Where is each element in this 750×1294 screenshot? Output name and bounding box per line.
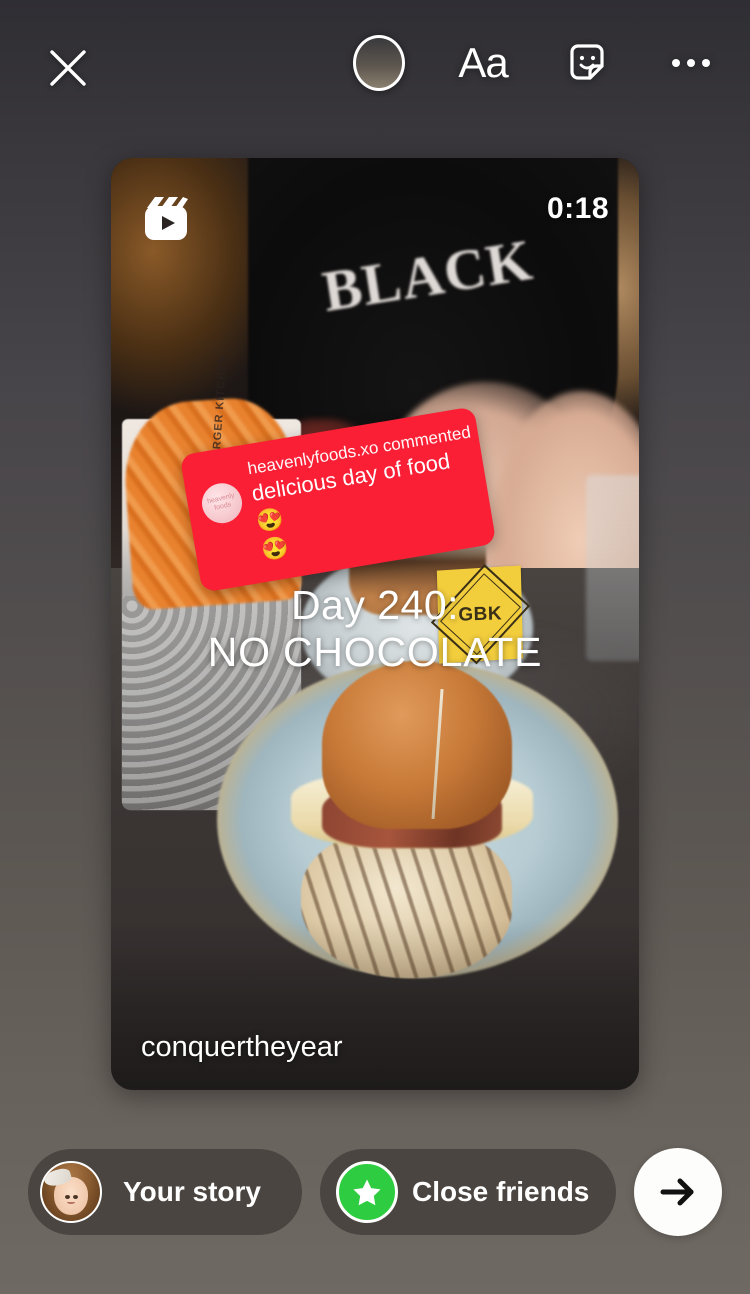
close-friends-label: Close friends: [412, 1176, 590, 1207]
scene-gbk-flag: [431, 564, 531, 665]
scene-glass: [586, 474, 639, 662]
star-glyph-icon: [353, 1179, 381, 1206]
avatar-eye-left: [65, 1194, 71, 1199]
commenter-avatar: heavenly foods: [198, 480, 246, 527]
sticker-tool-button[interactable]: [556, 32, 618, 94]
more-options-icon: [672, 59, 710, 67]
send-button[interactable]: [634, 1148, 722, 1236]
scene-burger-bun: [322, 661, 513, 830]
reels-icon: [145, 197, 188, 240]
scene-grilled-chicken: [301, 829, 513, 979]
close-button[interactable]: [40, 40, 96, 96]
video-duration: 0:18: [546, 192, 609, 225]
green-star-icon: [336, 1161, 398, 1223]
story-media: BLACK GOURMET BURGER KITCHEN GBK 0:18 Da…: [111, 158, 639, 1090]
draw-color-tool-button[interactable]: [348, 32, 410, 94]
story-username: conquertheyear: [141, 1031, 343, 1063]
your-story-button[interactable]: Your story: [28, 1149, 302, 1235]
story-preview-card[interactable]: BLACK GOURMET BURGER KITCHEN GBK 0:18 Da…: [111, 158, 639, 1090]
your-story-label: Your story: [123, 1176, 261, 1207]
circle-color-tool-icon: [353, 35, 405, 91]
gbk-diamond-icon: [431, 564, 531, 665]
close-friends-button[interactable]: Close friends: [320, 1149, 616, 1235]
toolbar-tools: Aa: [348, 32, 722, 94]
top-toolbar: Aa: [0, 0, 750, 136]
avatar-smile: [66, 1201, 76, 1205]
sticker-icon: [570, 44, 604, 80]
arrow-right-icon: [660, 1178, 694, 1206]
close-icon: [50, 50, 86, 86]
text-tool-button[interactable]: Aa: [452, 32, 514, 94]
more-options-button[interactable]: [660, 32, 722, 94]
commenter-avatar-caption: heavenly foods: [206, 492, 236, 512]
share-action-bar: Your story Close friends: [0, 1090, 750, 1294]
comment-sticker-body: heavenlyfoods.xo commented delicious day…: [246, 422, 478, 566]
reels-badge: [139, 192, 193, 251]
text-tool-icon: Aa: [458, 39, 508, 86]
avatar-eye-right: [72, 1194, 78, 1199]
your-story-avatar: [40, 1161, 102, 1223]
